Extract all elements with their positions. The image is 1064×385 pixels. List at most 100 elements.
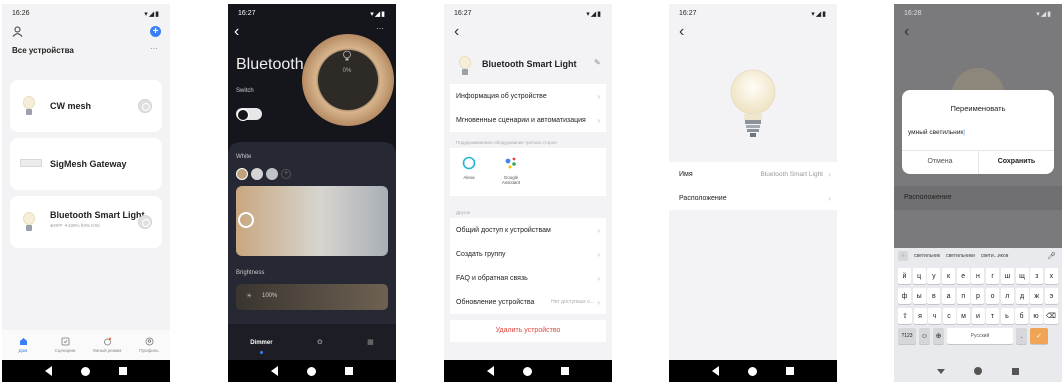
key[interactable]: л — [1000, 288, 1014, 304]
backspace-key-icon[interactable]: ⌫ — [1044, 308, 1058, 324]
back-chevron-icon[interactable]: ‹ — [679, 24, 684, 40]
key[interactable]: т — [986, 308, 999, 324]
globe-key-icon[interactable]: ⊕ — [933, 328, 944, 344]
key[interactable]: ф — [898, 288, 911, 304]
key[interactable]: й — [898, 268, 911, 284]
row-create-group[interactable]: Создать группу › — [450, 242, 606, 266]
preset-neutral[interactable] — [251, 168, 263, 180]
google-assistant-tile[interactable]: Google Assistant — [498, 156, 524, 185]
nav-recent-icon[interactable] — [345, 367, 354, 375]
delete-device-button[interactable]: Удалить устройство — [450, 320, 606, 342]
add-preset-button[interactable]: + — [281, 169, 291, 179]
nav-home-icon[interactable] — [80, 366, 90, 376]
key[interactable]: в — [927, 288, 941, 304]
shift-key-icon[interactable]: ⇧ — [898, 308, 912, 324]
suggestion[interactable]: светильник — [914, 253, 940, 259]
key[interactable]: ю — [1029, 308, 1043, 324]
row-scenes-automation[interactable]: Мгновенные сценарии и автоматизация › — [450, 108, 606, 132]
back-chevron-icon[interactable]: ‹ — [904, 24, 909, 40]
picker-handle[interactable] — [238, 212, 254, 228]
brightness-slider[interactable]: ☀ 100% — [236, 284, 388, 310]
back-chevron-icon[interactable]: ‹ — [454, 24, 459, 40]
nav-recent-icon[interactable] — [119, 367, 128, 375]
suggestion[interactable]: свети...иков — [981, 253, 1008, 259]
key[interactable]: н — [971, 268, 985, 284]
key[interactable]: ж — [1030, 288, 1044, 304]
brightness-ring[interactable] — [300, 32, 396, 128]
power-switch[interactable] — [236, 108, 262, 121]
nav-back-icon[interactable] — [711, 366, 719, 376]
key[interactable]: ч — [928, 308, 941, 324]
device-card-cw-mesh[interactable]: CW mesh — [10, 80, 162, 132]
palette-icon[interactable]: ✿ — [317, 338, 323, 346]
nav-back-icon[interactable] — [270, 366, 278, 376]
mic-icon[interactable]: 🎤︎ — [1047, 252, 1056, 260]
tab-dimmer[interactable]: Dimmer — [250, 331, 273, 354]
key[interactable]: щ — [1015, 268, 1029, 284]
color-temperature-picker[interactable] — [236, 186, 388, 256]
key[interactable]: я — [913, 308, 927, 324]
edit-icon[interactable]: ✎ — [594, 58, 601, 67]
key[interactable]: д — [1015, 288, 1029, 304]
key[interactable]: р — [971, 288, 985, 304]
nav-recent-icon[interactable] — [1012, 367, 1020, 375]
nav-home-icon[interactable] — [306, 366, 316, 376]
tab-home[interactable]: Дом — [5, 337, 41, 353]
suggestion[interactable]: светильники — [946, 253, 975, 259]
preset-warm[interactable] — [236, 168, 248, 180]
key[interactable]: и — [971, 308, 985, 324]
enter-key-icon[interactable]: ✓ — [1030, 328, 1048, 344]
period-key[interactable]: . — [1016, 328, 1027, 344]
nav-hide-keyboard-icon[interactable] — [936, 368, 945, 374]
tab-profile[interactable]: Профиль — [131, 337, 167, 353]
row-location[interactable]: Расположение › — [669, 186, 837, 210]
key[interactable]: б — [1015, 308, 1028, 324]
key[interactable]: к — [942, 268, 956, 284]
key[interactable]: е — [956, 268, 970, 284]
emoji-key-icon[interactable]: ☺ — [919, 328, 930, 344]
profile-icon[interactable] — [12, 26, 23, 37]
numbers-key[interactable]: ?123 — [898, 328, 916, 344]
alexa-tile[interactable]: Alexa — [460, 156, 478, 180]
key[interactable]: а — [942, 288, 956, 304]
cancel-button[interactable]: Отмена — [902, 150, 978, 174]
key[interactable]: у — [927, 268, 941, 284]
key[interactable]: э — [1044, 288, 1058, 304]
key[interactable]: ц — [912, 268, 926, 284]
nav-back-icon[interactable] — [44, 366, 52, 376]
row-share-device[interactable]: Общий доступ к устройствам › — [450, 218, 606, 242]
nav-back-icon[interactable] — [486, 366, 494, 376]
preset-cool[interactable] — [266, 168, 278, 180]
key[interactable]: з — [1030, 268, 1044, 284]
key[interactable]: м — [957, 308, 970, 324]
key[interactable]: г — [986, 268, 1000, 284]
nav-recent-icon[interactable] — [786, 367, 795, 375]
grid-icon[interactable]: ▦ — [367, 338, 374, 346]
key[interactable]: о — [986, 288, 1000, 304]
key[interactable]: х — [1044, 268, 1058, 284]
row-firmware-update[interactable]: Обновление устройства Нет доступных о...… — [450, 290, 606, 314]
nav-recent-icon[interactable] — [561, 367, 570, 375]
key[interactable]: ы — [912, 288, 926, 304]
device-card-gateway[interactable]: SigMesh Gateway — [10, 138, 162, 190]
key[interactable]: ь — [1000, 308, 1014, 324]
device-card-bluetooth-light[interactable]: Bluetooth Smart Light ⊕OFF ☀100% ⅠⅠ0% 0:… — [10, 196, 162, 248]
rename-input[interactable]: умный светильник| — [908, 126, 1048, 140]
key[interactable]: п — [956, 288, 970, 304]
back-chevron-icon[interactable]: ‹ — [234, 24, 239, 40]
row-device-info[interactable]: Информация об устройстве › — [450, 84, 606, 108]
power-button[interactable] — [138, 215, 152, 229]
nav-home-icon[interactable] — [747, 366, 757, 376]
more-button[interactable]: ··· — [150, 44, 158, 53]
key[interactable]: ш — [1000, 268, 1014, 284]
power-button[interactable] — [138, 99, 152, 113]
space-key[interactable]: Русский — [947, 328, 1013, 344]
add-device-button[interactable]: + — [150, 26, 161, 37]
row-faq[interactable]: FAQ и обратная связь › — [450, 266, 606, 290]
nav-home-icon[interactable] — [974, 367, 983, 375]
row-name[interactable]: Имя Bluetooth Smart Light › — [669, 162, 837, 186]
tab-scenes[interactable]: Сценарии — [47, 337, 83, 353]
tab-smart[interactable]: Умный режим — [89, 337, 125, 353]
nav-home-icon[interactable] — [522, 366, 532, 376]
apps-icon[interactable]: ⁘ — [898, 251, 908, 261]
